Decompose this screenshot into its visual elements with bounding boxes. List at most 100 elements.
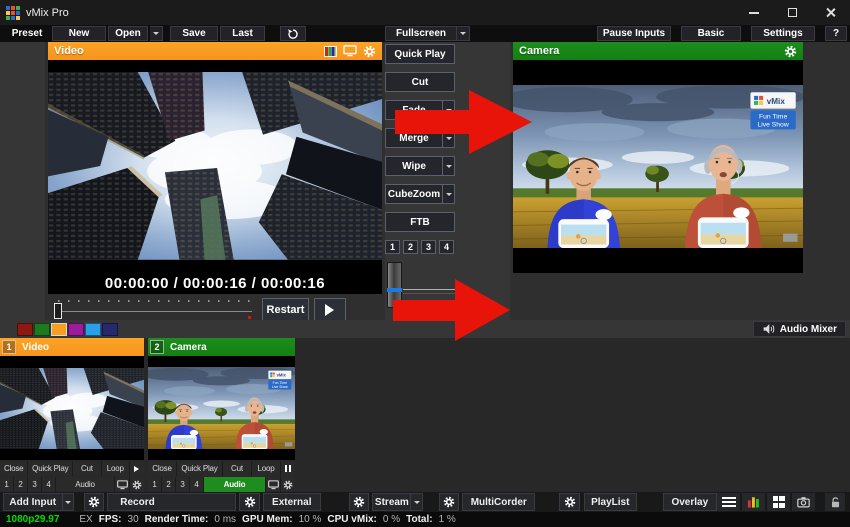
last-button[interactable]: Last: [220, 26, 265, 41]
monitor-icon[interactable]: [343, 45, 357, 57]
quick-play-button[interactable]: Quick Play: [177, 461, 222, 476]
color-swatch-red[interactable]: [17, 323, 33, 336]
monitor-icon: [268, 480, 279, 490]
audio-button[interactable]: Audio: [204, 477, 265, 492]
layout-button[interactable]: [767, 493, 790, 511]
basic-button[interactable]: Basic: [681, 26, 741, 41]
color-swatch-purple[interactable]: [68, 323, 84, 336]
input-title-bar[interactable]: 1 Video: [0, 338, 144, 356]
open-button[interactable]: Open: [108, 26, 148, 41]
stinger-2-button[interactable]: 2: [403, 240, 418, 254]
input-thumbnail[interactable]: [0, 356, 144, 460]
color-swatch-orange[interactable]: [51, 323, 67, 336]
overlay-button[interactable]: Overlay: [663, 493, 717, 511]
input-title-bar[interactable]: 2 Camera: [148, 338, 295, 356]
cut-button[interactable]: Cut: [223, 461, 251, 476]
fade-button[interactable]: Fade: [385, 100, 455, 120]
record-button[interactable]: Record: [107, 493, 236, 511]
external-button[interactable]: External: [263, 493, 321, 511]
position-4-button[interactable]: 4: [42, 477, 55, 492]
close-button[interactable]: Close: [0, 461, 27, 476]
colorbars-icon[interactable]: [324, 46, 337, 57]
audio-mixer-button[interactable]: Audio Mixer: [753, 321, 846, 337]
merge-dropdown[interactable]: [442, 128, 455, 148]
program-video[interactable]: [513, 60, 803, 273]
quick-play-button[interactable]: Quick Play: [28, 461, 72, 476]
save-button[interactable]: Save: [170, 26, 218, 41]
lock-button[interactable]: [825, 493, 845, 511]
restart-button[interactable]: Restart: [262, 298, 309, 321]
play-button[interactable]: [130, 461, 144, 476]
stinger-4-button[interactable]: 4: [439, 240, 454, 254]
input-settings-gear[interactable]: [84, 493, 105, 511]
cut-button[interactable]: Cut: [73, 461, 100, 476]
input-settings-button[interactable]: [281, 477, 295, 492]
ftb-button[interactable]: FTB: [385, 212, 455, 232]
preview-video[interactable]: [48, 60, 382, 272]
input-thumbnail[interactable]: [148, 356, 295, 460]
input-settings-button[interactable]: [130, 477, 144, 492]
transition-tbar[interactable]: [385, 262, 475, 312]
pause-inputs-button[interactable]: Pause Inputs: [597, 26, 671, 41]
external-settings-gear[interactable]: [349, 493, 370, 511]
loop-button[interactable]: Loop: [102, 461, 129, 476]
fade-dropdown[interactable]: [442, 100, 455, 120]
gear-icon[interactable]: [784, 45, 797, 58]
position-4-button[interactable]: 4: [190, 477, 203, 492]
loop-button[interactable]: Loop: [252, 461, 280, 476]
maximize-button[interactable]: [786, 7, 798, 19]
seek-thumb[interactable]: [54, 303, 62, 319]
stinger-3-button[interactable]: 3: [421, 240, 436, 254]
multicorder-settings-gear[interactable]: [559, 493, 580, 511]
quick-play-button[interactable]: Quick Play: [385, 44, 455, 64]
stream-settings-gear[interactable]: [439, 493, 460, 511]
fullscreen-button[interactable]: Fullscreen: [385, 26, 457, 41]
seek-slider[interactable]: [50, 298, 258, 322]
snapshot-button[interactable]: [792, 493, 815, 511]
fullscreen-output-button[interactable]: [115, 477, 129, 492]
add-input-dropdown[interactable]: [63, 493, 74, 511]
cubezoom-dropdown[interactable]: [442, 184, 455, 204]
stream-dropdown[interactable]: [411, 493, 422, 511]
record-settings-gear[interactable]: [239, 493, 260, 511]
menu-button[interactable]: [717, 493, 740, 511]
color-swatch-blue[interactable]: [85, 323, 101, 336]
fullscreen-output-button[interactable]: [266, 477, 280, 492]
audio-meters-button[interactable]: [742, 493, 765, 511]
playlist-button[interactable]: PlayList: [584, 493, 637, 511]
tbar-handle[interactable]: [387, 262, 402, 308]
close-button[interactable]: Close: [148, 461, 176, 476]
minimize-button[interactable]: [748, 7, 760, 19]
undo-button[interactable]: [280, 26, 306, 41]
new-button[interactable]: New: [52, 26, 106, 41]
color-swatch-green[interactable]: [34, 323, 50, 336]
position-3-button[interactable]: 3: [176, 477, 189, 492]
audio-button[interactable]: Audio: [56, 477, 114, 492]
wipe-dropdown[interactable]: [442, 156, 455, 176]
pause-button[interactable]: [281, 461, 295, 476]
open-dropdown[interactable]: [150, 26, 163, 41]
gear-icon[interactable]: [363, 45, 376, 58]
close-button[interactable]: [824, 7, 836, 19]
cubezoom-button[interactable]: CubeZoom: [385, 184, 455, 204]
grid-icon: [773, 496, 785, 508]
cut-button[interactable]: Cut: [385, 72, 455, 92]
stream-button[interactable]: Stream: [372, 493, 411, 511]
settings-button[interactable]: Settings: [751, 26, 815, 41]
color-swatch-navy[interactable]: [102, 323, 118, 336]
preset-button[interactable]: Preset: [4, 26, 50, 41]
play-button[interactable]: [314, 298, 346, 321]
multicorder-button[interactable]: MultiCorder: [462, 493, 535, 511]
position-1-button[interactable]: 1: [0, 477, 13, 492]
preview-title: Video: [54, 45, 84, 57]
position-1-button[interactable]: 1: [148, 477, 161, 492]
position-2-button[interactable]: 2: [14, 477, 27, 492]
fullscreen-dropdown[interactable]: [457, 26, 470, 41]
merge-button[interactable]: Merge: [385, 128, 455, 148]
add-input-button[interactable]: Add Input: [3, 493, 63, 511]
position-3-button[interactable]: 3: [28, 477, 41, 492]
stinger-1-button[interactable]: 1: [385, 240, 400, 254]
help-button[interactable]: ?: [825, 26, 847, 41]
wipe-button[interactable]: Wipe: [385, 156, 455, 176]
position-2-button[interactable]: 2: [162, 477, 175, 492]
